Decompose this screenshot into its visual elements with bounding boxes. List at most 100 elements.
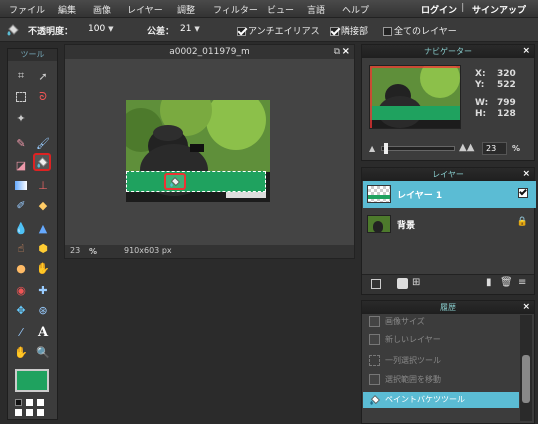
new-layer-icon[interactable]: ▮ bbox=[486, 277, 492, 288]
menu-layer[interactable]: レイヤー bbox=[127, 3, 163, 16]
lasso-tool-icon[interactable]: ᘐ bbox=[34, 88, 52, 106]
history-item-active[interactable]: ペイントバケツツール bbox=[363, 392, 519, 408]
navigator-zoom-slider-thumb[interactable] bbox=[384, 143, 388, 154]
type-tool-icon[interactable]: A bbox=[34, 323, 52, 341]
trash-icon[interactable]: 🗑 bbox=[500, 277, 513, 288]
maximize-icon[interactable]: ⧉ bbox=[334, 47, 340, 57]
clone-stamp-tool-icon[interactable]: ⊥ bbox=[34, 176, 52, 194]
pencil-tool-icon[interactable]: ✎ bbox=[12, 134, 30, 152]
antialias-toggle[interactable]: アンチエイリアス bbox=[237, 24, 320, 37]
foreground-color-swatch[interactable] bbox=[15, 369, 49, 392]
history-item-label: 一列選択ツール bbox=[385, 356, 441, 365]
login-link[interactable]: ログイン bbox=[421, 3, 457, 16]
pinch-tool-icon[interactable]: ⊛ bbox=[34, 301, 52, 319]
color-swatch-small-3[interactable] bbox=[37, 409, 44, 416]
menu-adjust[interactable]: 調整 bbox=[177, 3, 195, 16]
blur-tool-icon[interactable]: 💧 bbox=[12, 219, 30, 237]
marquee-tool-icon[interactable] bbox=[12, 88, 30, 106]
burn-tool-icon[interactable]: ✋ bbox=[34, 259, 52, 277]
all-layers-checkbox[interactable] bbox=[383, 27, 392, 36]
antialias-checkbox[interactable] bbox=[237, 27, 246, 36]
history-item-label: 選択範囲を移動 bbox=[385, 375, 441, 384]
gradient-tool-icon[interactable] bbox=[12, 176, 30, 194]
sponge-tool-icon[interactable]: ⬢ bbox=[34, 239, 52, 257]
layer-name: レイヤー 1 bbox=[397, 191, 443, 201]
color-swatch-small-1[interactable] bbox=[15, 409, 22, 416]
brush-tool-icon[interactable]: 🖌 bbox=[34, 134, 52, 152]
opacity-select[interactable]: 100 ▼ bbox=[88, 24, 113, 34]
layer-styles-icon[interactable] bbox=[371, 279, 381, 289]
menu-filter[interactable]: フィルター bbox=[213, 3, 258, 16]
hand-tool-icon[interactable]: ✋ bbox=[12, 343, 30, 361]
new-folder-icon[interactable]: ⊞ bbox=[412, 277, 420, 288]
zoom-out-mountain-icon[interactable]: ▲ bbox=[369, 144, 375, 153]
all-layers-toggle[interactable]: 全てのレイヤー bbox=[383, 24, 457, 37]
menu-view[interactable]: ビュー bbox=[267, 3, 294, 16]
history-item[interactable]: 一列選択ツール bbox=[363, 353, 518, 368]
layer-thumbnail-fill bbox=[368, 195, 390, 199]
red-eye-tool-icon[interactable]: ◉ bbox=[12, 281, 30, 299]
history-header: 履歴 × bbox=[362, 301, 534, 314]
history-scrollbar[interactable] bbox=[520, 315, 532, 421]
document-title: a0002_011979_m bbox=[65, 45, 354, 59]
layer-row-1[interactable]: レイヤー 1 bbox=[363, 181, 536, 208]
x-value: 320 bbox=[497, 69, 516, 79]
magic-wand-tool-icon[interactable]: ✦ bbox=[12, 109, 30, 127]
navigator-zoom-unit: % bbox=[512, 144, 521, 153]
drawing-tool-icon[interactable]: ◆ bbox=[34, 196, 52, 214]
zoom-tool-icon[interactable]: 🔍 bbox=[34, 343, 52, 361]
navigator-zoom-input[interactable]: 23 bbox=[482, 142, 507, 155]
close-icon[interactable]: × bbox=[522, 168, 530, 181]
navigator-zoom-slider[interactable] bbox=[381, 143, 455, 154]
reset-colors-white-swatch[interactable] bbox=[37, 399, 44, 406]
menu-image[interactable]: 画像 bbox=[93, 3, 111, 16]
contiguous-checkbox[interactable] bbox=[330, 27, 339, 36]
history-item-label: 新しいレイヤー bbox=[385, 335, 441, 344]
signup-link[interactable]: サインアップ bbox=[472, 3, 526, 16]
zoom-in-mountain-icon[interactable]: ▲▲ bbox=[459, 142, 474, 153]
sharpen-tool-icon[interactable]: ▲ bbox=[34, 219, 52, 237]
dodge-tool-icon[interactable]: ● bbox=[12, 259, 30, 277]
layer-visibility-checkbox[interactable] bbox=[518, 187, 528, 198]
navigator-thumbnail[interactable] bbox=[369, 65, 461, 129]
close-icon[interactable]: × bbox=[522, 45, 530, 58]
layer-name: 背景 bbox=[397, 221, 416, 231]
color-replace-tool-icon[interactable]: ✐ bbox=[12, 196, 30, 214]
menu-help[interactable]: ヘルプ bbox=[342, 3, 369, 16]
history-item[interactable]: 選択範囲を移動 bbox=[363, 372, 518, 387]
document-canvas[interactable] bbox=[126, 100, 270, 202]
menu-language[interactable]: 言語 bbox=[307, 3, 325, 16]
toolbox-panel: ツール ⌗ ➚ ᘐ ✦ ✎ 🖌 ◪ ⊥ ✐ ◆ 💧 ▲ ☝ ⬢ ● ✋ ◉ ✚ … bbox=[7, 48, 58, 420]
layer-mask-icon[interactable] bbox=[397, 278, 408, 289]
history-scrollbar-thumb[interactable] bbox=[522, 355, 530, 403]
crop-tool-icon[interactable]: ⌗ bbox=[12, 67, 30, 85]
eraser-tool-icon[interactable]: ◪ bbox=[12, 156, 30, 174]
navigator-title: ナビゲーター bbox=[424, 47, 472, 56]
menu-edit[interactable]: 編集 bbox=[58, 3, 76, 16]
layer-menu-icon[interactable]: ≡ bbox=[518, 277, 526, 288]
reset-colors-black-swatch[interactable] bbox=[15, 399, 22, 406]
h-value: 128 bbox=[497, 109, 516, 119]
color-swatch-small-2[interactable] bbox=[26, 409, 33, 416]
tolerance-label: 公差： bbox=[147, 27, 175, 37]
paint-bucket-tool-button[interactable] bbox=[33, 153, 51, 171]
tolerance-value: 21 bbox=[180, 24, 192, 34]
tolerance-select[interactable]: 21 ▼ bbox=[180, 24, 200, 34]
bloat-tool-icon[interactable]: ✥ bbox=[12, 301, 30, 319]
layer-row-background[interactable]: 背景 🔒 bbox=[363, 211, 536, 238]
move-tool-icon[interactable]: ➚ bbox=[34, 67, 52, 85]
smudge-tool-icon[interactable]: ☝ bbox=[12, 239, 30, 257]
contiguous-toggle[interactable]: 隣接部 bbox=[330, 24, 368, 37]
paint-bucket-icon bbox=[36, 156, 48, 168]
menu-file[interactable]: ファイル bbox=[9, 3, 45, 16]
color-picker-tool-icon[interactable]: ⁄ bbox=[12, 323, 30, 341]
history-item[interactable]: 新しいレイヤー bbox=[363, 332, 518, 347]
swap-colors-white-swatch[interactable] bbox=[26, 399, 33, 406]
zoom-input[interactable]: 23 bbox=[70, 246, 80, 255]
history-item[interactable]: 画像サイズ bbox=[363, 314, 518, 329]
spot-heal-tool-icon[interactable]: ✚ bbox=[34, 281, 52, 299]
close-icon[interactable]: × bbox=[342, 46, 350, 57]
chevron-down-icon: ▼ bbox=[108, 25, 114, 33]
close-icon[interactable]: × bbox=[522, 301, 530, 314]
layers-title: レイヤー bbox=[432, 170, 464, 179]
